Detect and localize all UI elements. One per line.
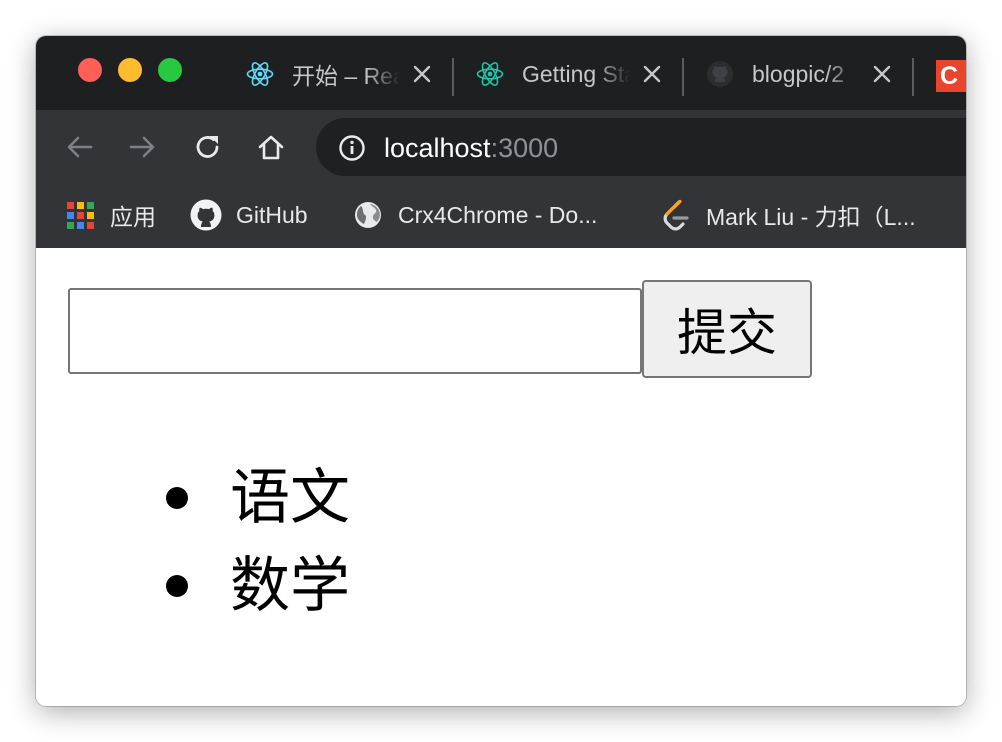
zoom-window-button[interactable] (158, 58, 182, 82)
tab-separator (682, 58, 684, 96)
github-icon (706, 60, 734, 88)
close-window-button[interactable] (78, 58, 102, 82)
tab-blogpic[interactable]: blogpic/2 (706, 54, 894, 94)
url-port: :3000 (490, 133, 559, 163)
github-icon (190, 199, 222, 231)
bookmark-leetcode[interactable]: Mark Liu - 力扣（L... (660, 198, 916, 232)
globe-icon (352, 199, 384, 231)
todo-list: 语文 数学 (166, 454, 350, 630)
home-button[interactable] (254, 130, 288, 164)
reload-button[interactable] (191, 130, 225, 164)
minimize-window-button[interactable] (118, 58, 142, 82)
reload-icon (196, 136, 219, 158)
tab-title: Getting Started (522, 60, 630, 87)
close-icon[interactable] (870, 62, 894, 86)
todo-input[interactable] (68, 288, 642, 374)
bookmark-label: 应用 (110, 204, 156, 230)
page-content: 提交 语文 数学 (36, 248, 966, 706)
back-button[interactable] (62, 130, 96, 164)
home-icon (258, 135, 284, 160)
list-item: 数学 (166, 542, 350, 630)
bookmark-label: Crx4Chrome - Do... (398, 201, 598, 228)
apps-grid-icon (64, 199, 96, 231)
tab-react-start[interactable]: 开始 – React (246, 54, 434, 94)
forward-button[interactable] (126, 130, 160, 164)
browser-window: 开始 – React Getting Started (36, 36, 966, 706)
address-bar[interactable]: localhost:3000 (316, 118, 966, 176)
url-host: localhost (384, 133, 491, 163)
list-item-text: 数学 (230, 551, 350, 621)
tab-title: blogpic/2 (752, 60, 845, 87)
tab-getting-started[interactable]: Getting Started (476, 54, 664, 94)
browser-toolbar: localhost:3000 (36, 110, 966, 184)
tab-partial-favicon[interactable]: C (936, 60, 966, 92)
react-icon (476, 60, 504, 88)
bookmark-apps[interactable]: 应用 (64, 198, 156, 232)
tab-separator (912, 58, 914, 96)
close-icon[interactable] (640, 62, 664, 86)
info-icon[interactable] (338, 134, 366, 162)
tab-partial-letter: C (940, 62, 959, 90)
bookmark-crx4chrome[interactable]: Crx4Chrome - Do... (352, 198, 597, 232)
leetcode-icon (660, 199, 692, 231)
arrow-right-icon (129, 136, 155, 158)
submit-button[interactable]: 提交 (642, 280, 812, 378)
tab-strip: 开始 – React Getting Started (36, 36, 966, 110)
bookmark-label: GitHub (236, 201, 308, 228)
react-icon (246, 60, 274, 88)
bookmark-github[interactable]: GitHub (190, 198, 308, 232)
bookmarks-bar: 应用 GitHub Crx4Chrome - Do... Mark Liu - … (36, 184, 966, 249)
close-icon[interactable] (410, 62, 434, 86)
list-item: 语文 (166, 454, 350, 542)
list-item-text: 语文 (230, 463, 350, 533)
bullet-icon (166, 487, 188, 509)
arrow-left-icon (67, 136, 93, 158)
tab-separator (452, 58, 454, 96)
tab-title: 开始 – React (292, 63, 400, 89)
bullet-icon (166, 575, 188, 597)
bookmark-label: Mark Liu - 力扣（L... (706, 204, 916, 230)
url-text: localhost:3000 (384, 133, 558, 164)
